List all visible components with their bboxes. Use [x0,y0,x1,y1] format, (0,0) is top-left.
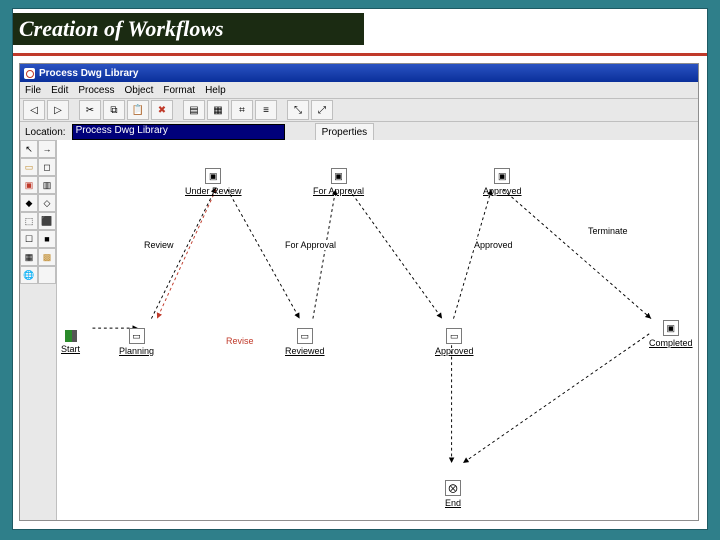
delete-button[interactable]: ✖ [151,100,173,120]
node-approved[interactable]: ▭ Approved [435,328,474,356]
node-label: Approved [435,346,474,356]
tool-palette: ↖ → ▭ ◻ ▣ ▥ ◆ ◇ ⬚ ⬛ ☐ ■ ▦ ▩ 🌐 [20,140,57,520]
node-reviewed[interactable]: ▭ Reviewed [285,328,325,356]
node-label: Approved [483,186,522,196]
workflow-canvas[interactable]: Review Revise For Approval Approved Term… [57,140,698,520]
app-body: ↖ → ▭ ◻ ▣ ▥ ◆ ◇ ⬚ ⬛ ☐ ■ ▦ ▩ 🌐 [20,140,698,520]
edge-label-revise: Revise [225,336,255,346]
window-titlebar[interactable]: Process Dwg Library [20,64,698,82]
node-under-review[interactable]: ▣ Under Review [185,168,242,196]
palette-box-icon[interactable]: ◻ [38,158,56,176]
edge-label-for-approval: For Approval [284,240,337,250]
state-icon: ▣ [494,168,510,184]
state-icon: ▣ [205,168,221,184]
node-label: Under Review [185,186,242,196]
node-completed[interactable]: ▣ Completed [649,320,693,348]
state-icon: ▭ [297,328,313,344]
node-label: End [445,498,461,508]
node-planning[interactable]: ▭ Planning [119,328,154,356]
slide-background: Creation of Workflows Process Dwg Librar… [0,0,720,540]
palette-check-icon[interactable]: ☐ [20,230,38,248]
menu-object[interactable]: Object [124,85,153,96]
node-for-approval[interactable]: ▣ For Approval [313,168,364,196]
title-underline [13,53,707,56]
main-toolbar: ◁ ▷ ✂ ⧉ 📋 ✖ ▤ ▦ ⌗ ≡ ⤡ ⤢ [20,99,698,122]
properties-button[interactable]: Properties [315,123,375,141]
palette-globe-icon[interactable]: 🌐 [20,266,38,284]
app-window: Process Dwg Library File Edit Process Ob… [19,63,699,521]
menu-edit[interactable]: Edit [51,85,68,96]
palette-dark-icon[interactable]: ⬛ [38,212,56,230]
node-start[interactable]: Start [61,330,80,354]
node-approved-state[interactable]: ▣ Approved [483,168,522,196]
palette-pattern-icon[interactable]: ▩ [38,248,56,266]
state-icon: ▭ [446,328,462,344]
location-field[interactable]: Process Dwg Library [72,124,285,140]
palette-process-icon[interactable]: ▣ [20,176,38,194]
paste-button[interactable]: 📋 [127,100,149,120]
edge-label-review: Review [143,240,175,250]
end-icon: ⨂ [445,480,461,496]
edge-label-terminate: Terminate [587,226,629,236]
slide-title: Creation of Workflows [13,13,364,45]
state-icon: ▣ [331,168,347,184]
node-label: For Approval [313,186,364,196]
palette-grid-icon[interactable]: ▦ [20,248,38,266]
slide-inner: Creation of Workflows Process Dwg Librar… [12,8,708,530]
menu-file[interactable]: File [25,85,41,96]
align-button[interactable]: ≡ [255,100,277,120]
palette-empty [38,266,56,284]
palette-gateway-icon[interactable]: ◇ [38,194,56,212]
window-title: Process Dwg Library [39,68,138,79]
location-label: Location: [25,127,66,138]
copy-button[interactable]: ⧉ [103,100,125,120]
palette-task-icon[interactable]: ▥ [38,176,56,194]
menu-bar: File Edit Process Object Format Help [20,82,698,99]
grid-button[interactable]: ▦ [207,100,229,120]
start-flag-icon [65,330,77,342]
palette-transition-icon[interactable]: → [38,140,56,158]
palette-decision-icon[interactable]: ◆ [20,194,38,212]
node-label: Planning [119,346,154,356]
unlink-button[interactable]: ⤢ [311,100,333,120]
palette-state-icon[interactable]: ▭ [20,158,38,176]
menu-process[interactable]: Process [78,85,114,96]
link-button[interactable]: ⤡ [287,100,309,120]
snap-button[interactable]: ⌗ [231,100,253,120]
node-label: Completed [649,338,693,348]
state-icon: ▭ [129,328,145,344]
node-label: Start [61,344,80,354]
palette-doc-icon[interactable]: ⬚ [20,212,38,230]
palette-select-icon[interactable]: ↖ [20,140,38,158]
forward-button[interactable]: ▷ [47,100,69,120]
edge-label-approve: Approved [473,240,514,250]
node-end[interactable]: ⨂ End [445,480,461,508]
state-icon: ▣ [663,320,679,336]
new-button[interactable]: ▤ [183,100,205,120]
menu-help[interactable]: Help [205,85,226,96]
palette-fill-icon[interactable]: ■ [38,230,56,248]
cut-button[interactable]: ✂ [79,100,101,120]
menu-format[interactable]: Format [163,85,195,96]
java-icon [24,68,35,79]
node-label: Reviewed [285,346,325,356]
back-button[interactable]: ◁ [23,100,45,120]
